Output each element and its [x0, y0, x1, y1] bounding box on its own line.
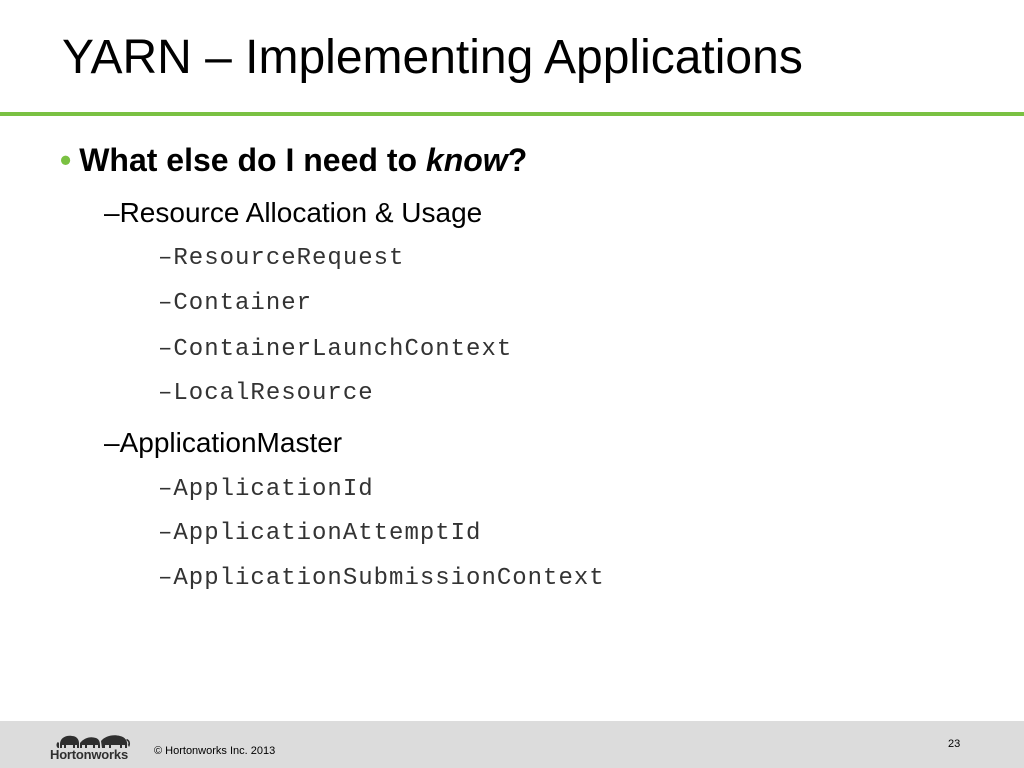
main-bullet-emphasis: know — [425, 142, 508, 178]
copyright-notice: © Hortonworks Inc. 2013 — [154, 745, 276, 757]
list-item-application-submission-context: –ApplicationSubmissionContext — [158, 565, 605, 592]
bullet-dot-icon: • — [60, 142, 72, 178]
logo-text: Hortonworks — [50, 747, 128, 762]
list-item-local-resource: –LocalResource — [158, 380, 374, 407]
list-item-container: –Container — [158, 290, 313, 317]
group-heading-resource-allocation: –Resource Allocation & Usage — [104, 197, 483, 228]
main-bullet: • What else do I need to know? — [60, 140, 527, 180]
slide-title: YARN – Implementing Applications — [62, 31, 803, 84]
list-item-application-attempt-id: –ApplicationAttemptId — [158, 520, 482, 547]
main-bullet-text: What else do I need to — [79, 142, 426, 178]
list-item-resource-request: –ResourceRequest — [158, 245, 405, 272]
title-divider — [0, 112, 1024, 116]
list-item-container-launch-context: –ContainerLaunchContext — [158, 336, 513, 363]
group-heading-application-master: –ApplicationMaster — [104, 427, 343, 458]
main-bullet-suffix: ? — [507, 142, 528, 178]
page-number: 23 — [948, 738, 961, 750]
list-item-application-id: –ApplicationId — [158, 476, 374, 503]
